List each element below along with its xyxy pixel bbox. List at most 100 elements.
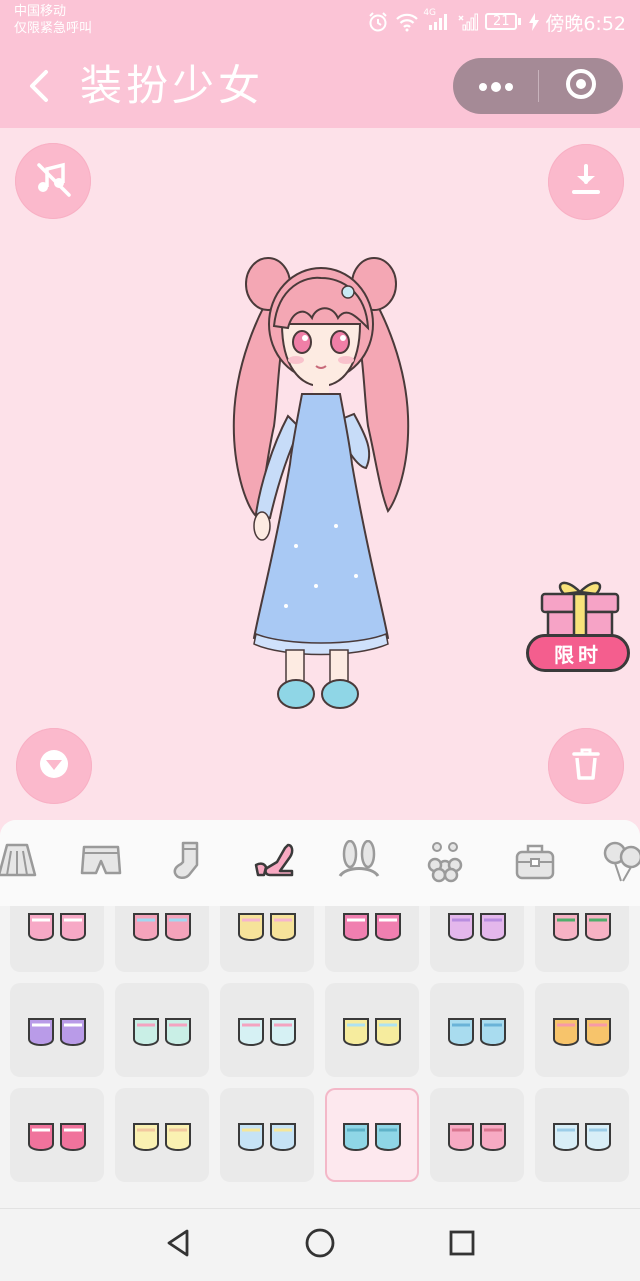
shoe-shape	[553, 1123, 579, 1151]
wardrobe-panel	[0, 820, 640, 1208]
shoe-shape	[343, 913, 369, 941]
shoe-shape	[585, 1123, 611, 1151]
shoe-item[interactable]	[10, 1088, 104, 1182]
shoe-shape	[480, 913, 506, 941]
shoe-item[interactable]	[430, 983, 524, 1077]
tab-balloon[interactable]	[598, 838, 640, 888]
tab-accessory[interactable]	[420, 838, 470, 888]
shoe-shape	[375, 1018, 401, 1046]
nav-back-button[interactable]	[158, 1225, 198, 1265]
nav-recents-button[interactable]	[442, 1225, 482, 1265]
title-bar: 装扮少女	[0, 44, 640, 128]
shoe-pair-icon	[343, 1018, 401, 1046]
collapse-panel-button[interactable]	[16, 728, 92, 804]
shoe-shape	[343, 1123, 369, 1151]
tab-headwear[interactable]	[334, 838, 384, 888]
shoe-item[interactable]	[325, 983, 419, 1077]
shoe-pair-icon	[553, 913, 611, 941]
shoe-shape	[480, 1123, 506, 1151]
shoe-item-grid	[0, 906, 640, 1208]
shoe-item[interactable]	[115, 1088, 209, 1182]
shoe-item[interactable]	[430, 906, 524, 972]
shoe-item[interactable]	[115, 983, 209, 1077]
shoe-shape	[60, 913, 86, 941]
shoe-pair-icon	[238, 913, 296, 941]
chevron-left-icon	[22, 70, 58, 112]
close-button[interactable]	[539, 58, 623, 114]
shoe-item[interactable]	[10, 983, 104, 1077]
download-button[interactable]	[548, 144, 624, 220]
shoe-shape	[238, 1123, 264, 1151]
circle-home-icon	[304, 1227, 336, 1263]
battery-icon: 21	[485, 12, 523, 32]
emergency-only-text: 仅限紧急呼叫	[14, 21, 93, 36]
back-button[interactable]	[22, 64, 58, 108]
battery-level: 21	[493, 14, 510, 29]
music-off-icon	[31, 157, 75, 205]
tab-skirt[interactable]	[0, 838, 42, 888]
shoe-item[interactable]	[535, 1088, 629, 1182]
shoe-shape	[133, 1018, 159, 1046]
shoe-shape	[448, 1123, 474, 1151]
shoe-item[interactable]	[10, 906, 104, 972]
shoe-item[interactable]	[220, 983, 314, 1077]
shoe-shape	[165, 1123, 191, 1151]
shoe-item[interactable]	[325, 906, 419, 972]
shoe-item[interactable]	[535, 983, 629, 1077]
square-recents-icon	[447, 1228, 477, 1262]
shoe-pair-icon	[343, 1123, 401, 1151]
shoe-shape	[270, 913, 296, 941]
shoe-pair-icon	[448, 913, 506, 941]
shoe-pair-icon	[448, 1018, 506, 1046]
download-icon	[566, 160, 606, 204]
network-type: 4G	[423, 8, 437, 18]
bag-icon	[513, 840, 557, 886]
more-button[interactable]	[453, 58, 538, 114]
shoe-shape	[133, 913, 159, 941]
status-bar: 中国移动 仅限紧急呼叫 4G 21 傍晚6:52	[0, 0, 640, 44]
triangle-back-icon	[163, 1227, 193, 1263]
tab-shoes[interactable]	[248, 838, 298, 888]
shoe-pair-icon	[238, 1123, 296, 1151]
shoe-shape	[375, 913, 401, 941]
shoe-item[interactable]	[115, 906, 209, 972]
triangle-down-icon	[34, 744, 74, 788]
signal-4g-icon: 4G	[423, 8, 451, 32]
shoe-item[interactable]	[220, 1088, 314, 1182]
tab-socks[interactable]	[162, 838, 212, 888]
wifi-icon	[395, 12, 419, 32]
alarm-icon	[367, 11, 389, 33]
signal-empty-icon	[457, 12, 479, 32]
skirt-icon	[0, 841, 39, 885]
music-toggle-button[interactable]	[15, 143, 91, 219]
shoe-shape	[133, 1123, 159, 1151]
flower-icon	[421, 839, 469, 887]
page-title: 装扮少女	[80, 61, 265, 110]
shoe-shape	[270, 1018, 296, 1046]
balloon-icon	[599, 839, 640, 887]
nav-home-button[interactable]	[300, 1225, 340, 1265]
tab-shorts[interactable]	[76, 838, 126, 888]
limited-time-label: 限时	[526, 634, 630, 672]
shoe-item[interactable]	[325, 1088, 419, 1182]
shoe-shape	[375, 1123, 401, 1151]
shorts-icon	[78, 841, 124, 885]
carrier-info: 中国移动 仅限紧急呼叫	[14, 3, 92, 37]
shoe-item[interactable]	[430, 1088, 524, 1182]
shoe-shape	[165, 1018, 191, 1046]
shoe-shape	[480, 1018, 506, 1046]
more-dots-icon	[478, 77, 514, 96]
mini-program-capsule	[453, 58, 623, 114]
shoe-pair-icon	[133, 1123, 191, 1151]
shoe-item[interactable]	[535, 906, 629, 972]
trash-icon	[566, 744, 606, 788]
bunny-ears-icon	[334, 839, 384, 886]
shoe-item[interactable]	[220, 906, 314, 972]
shoe-shape	[165, 913, 191, 941]
limited-time-gift-button[interactable]: 限时	[524, 576, 636, 680]
target-close-icon	[564, 67, 598, 105]
delete-button[interactable]	[548, 728, 624, 804]
shoe-shape	[238, 1018, 264, 1046]
tab-bag[interactable]	[510, 838, 560, 888]
shoe-shape	[28, 1018, 54, 1046]
